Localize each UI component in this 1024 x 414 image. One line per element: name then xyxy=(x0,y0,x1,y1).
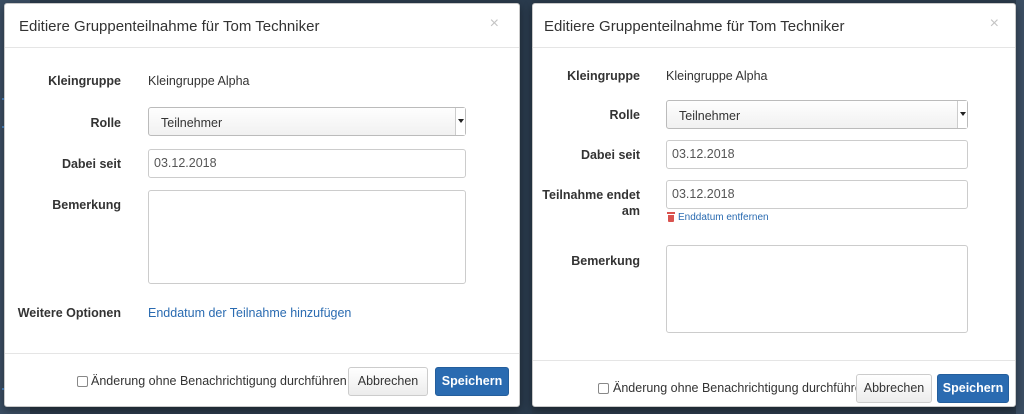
add-enddate-link[interactable]: Enddatum der Teilnahme hinzufügen xyxy=(148,306,351,320)
rolle-select-value: Teilnehmer xyxy=(161,116,223,130)
save-button[interactable]: Speichern xyxy=(937,374,1009,403)
rolle-select[interactable]: Teilnehmer xyxy=(148,107,466,136)
teilnahme-endet-input[interactable]: 03.12.2018 xyxy=(666,180,968,209)
kleingruppe-value: Kleingruppe Alpha xyxy=(148,74,250,88)
dabei-seit-label: Dabei seit xyxy=(61,157,121,171)
dialog-footer: Änderung ohne Benachrichtigung durchführ… xyxy=(5,353,519,406)
teilnahme-endet-label-line1: Teilnahme endet xyxy=(542,188,640,202)
dabei-seit-input[interactable]: 03.12.2018 xyxy=(148,149,466,178)
no-notification-label: Änderung ohne Benachrichtigung durchführ… xyxy=(91,374,347,388)
weitere-optionen-label: Weitere Optionen xyxy=(17,306,121,320)
select-arrow-icon xyxy=(957,101,967,128)
dialog-title: Editiere Gruppenteilnahme für Tom Techni… xyxy=(19,18,320,35)
cancel-button[interactable]: Abbrechen xyxy=(856,374,932,403)
save-button[interactable]: Speichern xyxy=(435,367,509,396)
edit-group-membership-dialog-with-enddate: Editiere Gruppenteilnahme für Tom Techni… xyxy=(532,3,1016,407)
backdrop xyxy=(520,0,532,414)
dialog-header: Editiere Gruppenteilnahme für Tom Techni… xyxy=(5,4,519,48)
rolle-select[interactable]: Teilnehmer xyxy=(666,100,968,129)
no-notification-checkbox[interactable] xyxy=(598,383,609,394)
bemerkung-label: Bemerkung xyxy=(571,254,640,268)
bemerkung-textarea[interactable] xyxy=(148,190,466,284)
kleingruppe-label: Kleingruppe xyxy=(567,69,640,83)
kleingruppe-value: Kleingruppe Alpha xyxy=(666,69,768,83)
bemerkung-label: Bemerkung xyxy=(52,198,121,212)
cancel-button[interactable]: Abbrechen xyxy=(348,367,428,396)
close-icon[interactable]: × xyxy=(490,15,499,33)
dialog-title: Editiere Gruppenteilnahme für Tom Techni… xyxy=(544,18,845,35)
dialog-footer: Änderung ohne Benachrichtigung durchführ… xyxy=(533,360,1015,406)
edit-group-membership-dialog: Editiere Gruppenteilnahme für Tom Techni… xyxy=(4,3,520,407)
rolle-label: Rolle xyxy=(90,116,121,130)
dialog-header: Editiere Gruppenteilnahme für Tom Techni… xyxy=(533,4,1015,48)
select-arrow-icon xyxy=(455,108,465,135)
dabei-seit-label: Dabei seit xyxy=(580,148,640,162)
remove-enddate-link[interactable]: Enddatum entfernen xyxy=(678,212,769,223)
backdrop xyxy=(1016,0,1024,414)
no-notification-label: Änderung ohne Benachrichtigung durchführ… xyxy=(613,381,869,395)
rolle-label: Rolle xyxy=(609,108,640,122)
bemerkung-textarea[interactable] xyxy=(666,245,968,333)
teilnahme-endet-label-line2: am xyxy=(621,204,640,218)
kleingruppe-label: Kleingruppe xyxy=(48,74,121,88)
trash-icon[interactable] xyxy=(667,212,675,222)
no-notification-checkbox[interactable] xyxy=(77,376,88,387)
close-icon[interactable]: × xyxy=(990,15,999,33)
dabei-seit-input[interactable]: 03.12.2018 xyxy=(666,140,968,169)
rolle-select-value: Teilnehmer xyxy=(679,109,741,123)
